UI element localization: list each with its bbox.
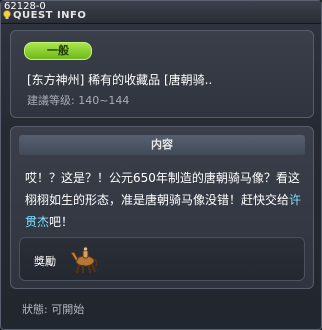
tang-horse-statue-icon[interactable] — [68, 244, 100, 276]
quest-content-panel: 内容 哎！？这是？！公元650年制造的唐朝骑马像？看这栩栩如生的形态，准是唐朝骑… — [10, 126, 314, 289]
quest-status: 狀態: 可開始 — [22, 303, 85, 316]
quest-info-window: 62128-0 QUEST INFO 一般 [东方神州] 稀有的收藏品 [唐朝骑… — [0, 0, 322, 330]
window-title: QUEST INFO — [13, 10, 87, 21]
recommended-level: 建議等级: 140~144 — [27, 94, 130, 107]
lightbulb-icon — [3, 10, 11, 19]
quest-type-badge: 一般 — [24, 42, 92, 60]
quest-name: [东方神州] 稀有的收藏品 [唐朝骑.. — [27, 73, 213, 87]
description-text: 哎！？这是？！公元650年制造的唐朝骑马像？看这栩栩如生的形态，准是唐朝骑马像没… — [25, 171, 300, 207]
description-text-end: 吧！ — [49, 215, 74, 229]
reward-label: 獎勵 — [34, 255, 56, 268]
reward-box: 獎勵 — [19, 237, 305, 281]
quest-summary-panel: 一般 [东方神州] 稀有的收藏品 [唐朝骑.. 建議等级: 140~144 — [10, 30, 314, 118]
window-header[interactable]: 62128-0 QUEST INFO — [1, 1, 321, 24]
quest-description: 哎！？这是？！公元650年制造的唐朝骑马像？看这栩栩如生的形态，准是唐朝骑马像没… — [25, 167, 307, 233]
content-header: 内容 — [19, 135, 305, 155]
